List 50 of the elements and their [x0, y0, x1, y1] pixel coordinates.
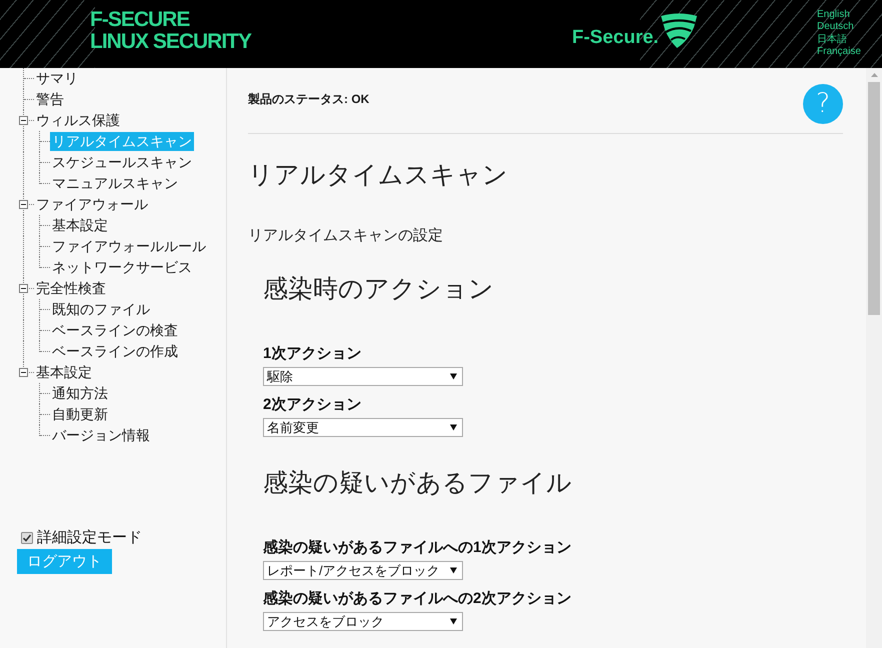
tree-item[interactable]: ネットワークサービス: [50, 258, 194, 277]
tree-item[interactable]: 基本設定: [34, 363, 94, 382]
minus-box-icon[interactable]: [19, 284, 28, 293]
product-logo-text: F-SECURE: [90, 9, 190, 31]
page-title: リアルタイムスキャン: [248, 160, 509, 190]
checkbox-label: 詳細設定モード: [37, 530, 142, 546]
shield-icon: [660, 13, 698, 48]
scrollbar[interactable]: [866, 68, 882, 648]
language-link[interactable]: Deutsch: [817, 21, 854, 34]
caret-icon: [450, 424, 457, 431]
tree-item[interactable]: サマリ: [34, 69, 80, 88]
checkbox[interactable]: [21, 532, 33, 544]
tree-item[interactable]: マニュアルスキャン: [50, 174, 180, 193]
field-label: 感染の疑いがあるファイルへの1次アクション: [263, 538, 572, 558]
language-link[interactable]: 日本語: [817, 34, 847, 46]
brand-logo-text: F-Secure.: [572, 27, 659, 49]
scrollbar-thumb[interactable]: [868, 82, 880, 315]
tree-item[interactable]: スケジュールスキャン: [50, 153, 194, 172]
caret-icon: [450, 567, 457, 574]
dropdown[interactable]: レポート/アクセスをブロック: [263, 561, 463, 580]
tree-item[interactable]: ファイアウォールルール: [50, 237, 208, 256]
tree-item[interactable]: バージョン情報: [50, 426, 152, 445]
tree-item[interactable]: 自動更新: [50, 405, 110, 424]
minus-box-icon[interactable]: [19, 116, 28, 125]
caret-icon: [450, 618, 457, 625]
tree-item[interactable]: ファイアウォール: [34, 195, 150, 214]
tree-item[interactable]: 既知のファイル: [50, 300, 152, 319]
minus-box-icon[interactable]: [19, 200, 28, 209]
dropdown[interactable]: 駆除: [263, 367, 463, 386]
section-heading: 感染の疑いがあるファイル: [263, 468, 573, 498]
tree-item[interactable]: 基本設定: [50, 216, 110, 235]
section-heading: 感染時のアクション: [263, 274, 495, 304]
product-logo-text: LINUX SECURITY: [90, 31, 252, 53]
tree-item[interactable]: 完全性検査: [34, 279, 108, 298]
language-link[interactable]: English: [817, 9, 850, 22]
tree-item[interactable]: ベースラインの検査: [50, 321, 180, 340]
minus-box-icon[interactable]: [19, 368, 28, 377]
caret-icon: [450, 373, 457, 380]
field-label: 感染の疑いがあるファイルへの2次アクション: [263, 589, 572, 609]
field-label: 2次アクション: [263, 395, 362, 415]
language-link[interactable]: Française: [817, 46, 861, 58]
page-subtitle: リアルタイムスキャンの設定: [248, 226, 444, 246]
product-status: 製品のステータス: OK: [248, 92, 370, 106]
tree-item[interactable]: 警告: [34, 90, 66, 109]
dropdown[interactable]: アクセスをブロック: [263, 612, 463, 631]
tree-item[interactable]: 通知方法: [50, 384, 110, 403]
dropdown[interactable]: 名前変更: [263, 418, 463, 437]
field-label: 1次アクション: [263, 344, 362, 364]
tree-item[interactable]: ウィルス保護: [34, 111, 122, 130]
tree-item[interactable]: ベースラインの作成: [50, 342, 180, 361]
